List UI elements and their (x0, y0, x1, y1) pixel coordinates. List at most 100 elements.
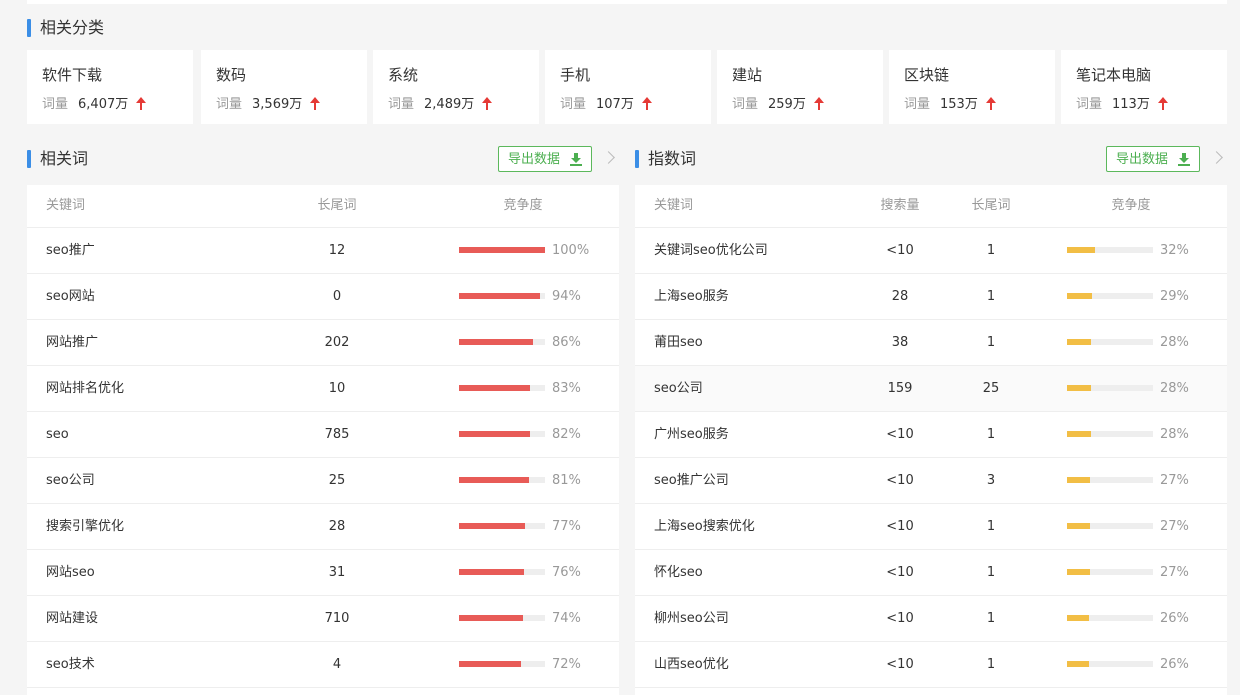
competition-bar-fill (1067, 293, 1092, 299)
chevron-right-icon[interactable] (602, 151, 615, 164)
keyword-cell[interactable]: seo网站 (46, 274, 95, 319)
table-row[interactable]: seo公司 25 81% (27, 458, 619, 504)
index-words-table: 关键词 搜索量 长尾词 竞争度 关键词seo优化公司 <10 1 32% 上海seo服务… (635, 185, 1227, 695)
category-card[interactable]: 系统 词量 2,489万 (373, 50, 539, 124)
table-row[interactable]: 柳州seo公司 <10 1 26% (635, 596, 1227, 642)
download-icon (1178, 153, 1190, 166)
keyword-cell[interactable]: 网站建设 (46, 596, 98, 641)
competition-bar (1067, 477, 1153, 483)
volume-label: 词量 (904, 97, 931, 112)
keyword-cell[interactable]: 网站seo (46, 550, 95, 595)
category-card[interactable]: 软件下载 词量 6,407万 (27, 50, 193, 124)
volume-label: 词量 (1076, 97, 1103, 112)
table-row[interactable]: 网站推广 202 86% (27, 320, 619, 366)
keyword-cell[interactable]: seo公司 (654, 366, 703, 411)
export-label: 导出数据 (1116, 152, 1169, 167)
competition-bar (1067, 615, 1153, 621)
table-row[interactable]: 山西seo优化 <10 1 26% (635, 642, 1227, 688)
keyword-cell[interactable]: 山西seo优化 (654, 642, 729, 687)
keyword-cell[interactable]: seo技术 (46, 642, 95, 687)
volume-label: 词量 (42, 97, 69, 112)
keyword-cell[interactable]: seo (46, 412, 69, 457)
table-row[interactable]: seo网站 0 94% (27, 274, 619, 320)
category-card[interactable]: 手机 词量 107万 (545, 50, 711, 124)
export-data-button[interactable]: 导出数据 (498, 146, 592, 172)
keyword-cell[interactable]: seo公司 (46, 458, 95, 503)
volume-value: 2,489万 (424, 97, 475, 112)
competition-bar-fill (459, 293, 540, 299)
volume-label: 词量 (560, 97, 587, 112)
keyword-cell[interactable]: 网站排名优化 (46, 366, 124, 411)
longtail-cell: 1 (986, 427, 996, 442)
search-volume-cell: 159 (887, 381, 913, 396)
table-row[interactable]: 上海seo搜索优化 <10 1 27% (635, 504, 1227, 550)
keyword-cell[interactable]: 上海seo搜索优化 (654, 504, 755, 549)
table-row[interactable]: seo技术 4 72% (27, 642, 619, 688)
export-data-button[interactable]: 导出数据 (1106, 146, 1200, 172)
competition-percent: 82% (552, 427, 581, 442)
competition-bar-fill (459, 569, 525, 575)
column-header: 长尾词 (971, 198, 1011, 213)
competition-bar-fill (1067, 339, 1092, 345)
category-card[interactable]: 区块链 词量 153万 (889, 50, 1055, 124)
longtail-cell: 202 (324, 335, 350, 350)
category-card[interactable]: 笔记本电脑 词量 113万 (1061, 50, 1227, 124)
keyword-cell[interactable]: 怀化seo (654, 550, 703, 595)
competition-bar (459, 293, 545, 299)
longtail-cell: 0 (332, 289, 342, 304)
keyword-cell[interactable]: 上海seo服务 (654, 274, 729, 319)
category-name: 软件下载 (42, 66, 103, 84)
table-row[interactable]: seo公司 159 25 28% (635, 366, 1227, 412)
category-card[interactable]: 建站 词量 259万 (717, 50, 883, 124)
related-categories-title: 相关分类 (27, 18, 104, 38)
table-row[interactable]: 网站seo 31 76% (27, 550, 619, 596)
keyword-cell[interactable]: 搜索引擎优化 (46, 504, 124, 549)
competition-percent: 28% (1160, 335, 1189, 350)
top-panel-edge (27, 0, 1227, 4)
competition-percent: 28% (1160, 427, 1189, 442)
table-row[interactable]: 广州seo服务 <10 1 28% (635, 412, 1227, 458)
keyword-cell[interactable]: 莆田seo (654, 320, 703, 365)
volume-value: 3,569万 (252, 97, 303, 112)
keyword-cell[interactable]: seo推广公司 (654, 458, 729, 503)
table-header: 关键词 搜索量 长尾词 竞争度 (635, 185, 1227, 228)
column-header: 长尾词 (317, 198, 357, 213)
chevron-right-icon[interactable] (1210, 151, 1223, 164)
competition-percent: 26% (1160, 657, 1189, 672)
competition-bar-fill (459, 523, 526, 529)
longtail-cell: 1 (986, 611, 996, 626)
longtail-cell: 12 (328, 243, 346, 258)
table-row[interactable]: 怀化seo <10 1 27% (635, 550, 1227, 596)
longtail-cell: 710 (324, 611, 350, 626)
keyword-cell[interactable]: 柳州seo公司 (654, 596, 729, 641)
longtail-cell: 3 (986, 473, 996, 488)
table-row[interactable]: seo推广 12 100% (27, 228, 619, 274)
category-name: 系统 (388, 66, 419, 84)
keyword-cell[interactable]: 广州seo服务 (654, 412, 729, 457)
table-row[interactable]: 莆田seo 38 1 28% (635, 320, 1227, 366)
keyword-cell[interactable]: 关键词seo优化公司 (654, 228, 768, 273)
competition-bar-fill (459, 431, 530, 437)
category-volume: 词量 113万 (1076, 93, 1168, 112)
competition-bar (1067, 569, 1153, 575)
category-card[interactable]: 数码 词量 3,569万 (201, 50, 367, 124)
search-volume-cell: <10 (886, 519, 914, 534)
arrow-up-icon (1157, 97, 1168, 110)
competition-bar-fill (459, 339, 533, 345)
keyword-cell[interactable]: 网站推广 (46, 320, 98, 365)
table-row[interactable]: 网站建设 710 74% (27, 596, 619, 642)
competition-percent: 32% (1160, 243, 1189, 258)
export-label: 导出数据 (508, 152, 561, 167)
table-row[interactable]: 上海seo服务 28 1 29% (635, 274, 1227, 320)
table-row[interactable]: 搜索引擎优化 28 77% (27, 504, 619, 550)
volume-value: 6,407万 (78, 97, 129, 112)
table-row[interactable]: 网站排名优化 10 83% (27, 366, 619, 412)
competition-percent: 74% (552, 611, 581, 626)
table-row[interactable]: 关键词seo优化公司 <10 1 32% (635, 228, 1227, 274)
competition-percent: 27% (1160, 473, 1189, 488)
table-row[interactable]: seo推广公司 <10 3 27% (635, 458, 1227, 504)
competition-percent: 100% (552, 243, 590, 258)
keyword-cell[interactable]: seo推广 (46, 228, 95, 273)
table-row[interactable]: seo 785 82% (27, 412, 619, 458)
volume-value: 259万 (768, 97, 806, 112)
